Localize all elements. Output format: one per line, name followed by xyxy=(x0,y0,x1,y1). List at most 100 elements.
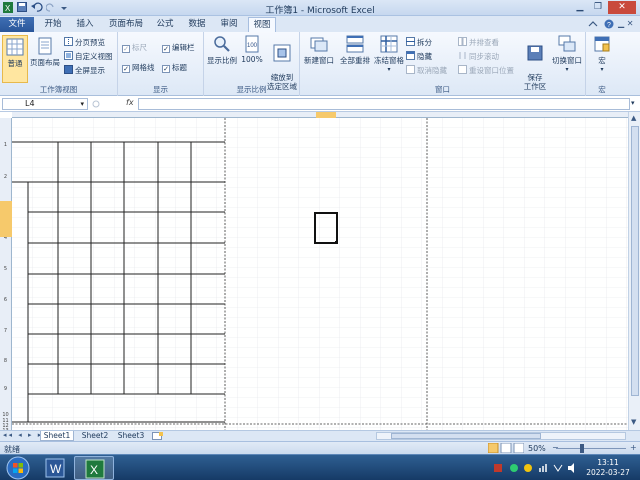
normal-view-icon xyxy=(6,38,24,56)
row-header[interactable]: 6 xyxy=(0,297,11,303)
ruler-check-icon: ✓ xyxy=(122,45,130,53)
new-window-button[interactable]: 新建窗口 xyxy=(302,35,336,66)
sheet-tab-sheet3[interactable]: Sheet3 xyxy=(114,431,148,441)
minimize-button[interactable]: ▁ xyxy=(572,1,588,14)
new-window-icon xyxy=(310,35,328,53)
ruler-checkbox[interactable]: ✓ 标尺 xyxy=(122,42,147,53)
zoom-100-icon: 100 xyxy=(243,35,261,53)
cell-grid[interactable] xyxy=(12,118,628,430)
name-box[interactable]: L4 ▾ xyxy=(2,98,88,110)
headings-checkbox[interactable]: ✓ 标题 xyxy=(162,62,187,73)
status-bar: 就绪 50% − + xyxy=(0,441,640,454)
tab-page-layout[interactable]: 页面布局 xyxy=(106,17,146,32)
view-shortcuts[interactable] xyxy=(487,442,525,454)
normal-view-button[interactable]: 普通 xyxy=(2,35,28,83)
zoom-in-icon[interactable]: + xyxy=(630,443,637,452)
system-tray-icons[interactable] xyxy=(494,462,576,474)
ribbon-collapse-icon[interactable] xyxy=(588,19,598,29)
hide-button[interactable]: 隐藏 xyxy=(406,51,432,62)
tab-review[interactable]: 审阅 xyxy=(216,17,242,32)
sheet-tab-sheet1[interactable]: Sheet1 xyxy=(40,431,74,441)
switch-windows-button[interactable]: 切换窗口 ▾ xyxy=(550,35,584,73)
row-headers[interactable]: 1 2 3 4 5 6 7 8 9 10 11 12 13 xyxy=(0,118,12,434)
row-header[interactable]: 1 xyxy=(0,142,11,148)
full-screen-button[interactable]: 全屏显示 xyxy=(64,65,105,76)
zoom-100-button[interactable]: 100 100% xyxy=(240,35,264,64)
group-label-workbook-views: 工作簿视图 xyxy=(39,85,78,94)
unhide-icon xyxy=(406,65,415,74)
expand-formula-bar-icon[interactable]: ▾ xyxy=(631,99,635,107)
tab-formulas[interactable]: 公式 xyxy=(152,17,178,32)
sheet-tab-sheet2[interactable]: Sheet2 xyxy=(78,431,112,441)
group-window: 新建窗口 全部重排 冻结窗格 ▾ 拆分 隐藏 取消隐藏 并排查看 同步滚动 重设… xyxy=(300,32,586,96)
unhide-button[interactable]: 取消隐藏 xyxy=(406,65,447,76)
worksheet-area[interactable]: 1 2 3 4 5 6 7 8 9 10 11 12 13 xyxy=(0,112,628,434)
row-header[interactable]: 2 xyxy=(0,174,11,180)
row-header[interactable]: 7 xyxy=(0,328,11,334)
reset-window-position-button[interactable]: 重设窗口位置 xyxy=(458,65,514,76)
zoom-to-selection-button[interactable]: 缩放到 选定区域 xyxy=(266,35,298,91)
insert-sheet-icon[interactable] xyxy=(152,432,164,440)
arrange-all-icon xyxy=(346,35,364,53)
workbook-window-controls[interactable]: ▁ ✕ xyxy=(618,19,633,28)
row-header[interactable]: 9 xyxy=(0,386,11,392)
zoom-slider[interactable] xyxy=(556,444,626,453)
name-box-dropdown-icon[interactable]: ▾ xyxy=(80,99,84,109)
page-layout-view-button[interactable]: 页面布局 xyxy=(30,35,60,68)
full-screen-icon xyxy=(64,65,73,74)
view-side-by-side-button[interactable]: 并排查看 xyxy=(458,37,499,48)
sync-scroll-button[interactable]: 同步滚动 xyxy=(458,51,499,62)
scroll-up-icon[interactable]: ▲ xyxy=(631,114,636,122)
tab-insert[interactable]: 插入 xyxy=(72,17,98,32)
vertical-scroll-thumb[interactable] xyxy=(631,126,639,396)
group-label-window: 窗口 xyxy=(435,85,450,94)
macros-button[interactable]: 宏 ▾ xyxy=(590,35,614,73)
tab-file[interactable]: 文件 xyxy=(0,17,34,32)
taskbar-excel-icon[interactable]: X xyxy=(74,456,114,480)
scroll-down-icon[interactable]: ▼ xyxy=(631,418,636,426)
freeze-dropdown-icon: ▾ xyxy=(387,66,391,73)
gridlines-checkbox[interactable]: ✓ 网格线 xyxy=(122,62,155,73)
arrange-all-button[interactable]: 全部重排 xyxy=(338,35,372,66)
formula-input[interactable] xyxy=(138,98,630,110)
zoom-level[interactable]: 50% xyxy=(528,444,546,453)
group-workbook-views: 普通 页面布局 分页预览 自定义视图 全屏显示 工作簿视图 xyxy=(0,32,118,96)
macros-icon xyxy=(593,35,611,53)
group-zoom: 显示比例 100 100% 缩放到 选定区域 显示比例 xyxy=(204,32,300,96)
group-label-macros: 宏 xyxy=(598,85,606,94)
formula-bar-checkbox[interactable]: ✓ 编辑栏 xyxy=(162,42,195,53)
tab-view[interactable]: 视图 xyxy=(248,17,276,32)
ribbon-tab-row: 文件 开始 插入 页面布局 公式 数据 审阅 视图 ? ▁ ✕ xyxy=(0,16,640,32)
vertical-scrollbar[interactable]: ▲ ▼ xyxy=(628,112,640,430)
group-label-show: 显示 xyxy=(153,85,168,94)
switch-dropdown-icon: ▾ xyxy=(565,66,569,73)
horizontal-scrollbar[interactable] xyxy=(376,432,626,440)
start-button[interactable] xyxy=(6,456,30,480)
tab-data[interactable]: 数据 xyxy=(184,17,210,32)
row-header[interactable]: 5 xyxy=(0,266,11,272)
tab-home[interactable]: 开始 xyxy=(40,17,66,32)
zoom-slider-thumb[interactable] xyxy=(580,444,584,453)
formula-bar: L4 ▾ fx ▾ xyxy=(0,97,640,112)
insert-function-button[interactable]: fx xyxy=(126,98,134,107)
row-header[interactable]: 8 xyxy=(0,358,11,364)
horizontal-scroll-thumb[interactable] xyxy=(391,433,541,439)
clock-date: 2022-03-27 xyxy=(586,468,630,477)
zoom-button[interactable]: 显示比例 xyxy=(206,35,238,66)
custom-views-button[interactable]: 自定义视图 xyxy=(64,51,113,62)
svg-text:100: 100 xyxy=(247,43,258,49)
window-title: 工作簿1 - Microsoft Excel xyxy=(265,6,375,16)
freeze-panes-button[interactable]: 冻结窗格 ▾ xyxy=(374,35,404,73)
taskbar-word-icon[interactable]: W xyxy=(40,457,70,479)
clock-time: 13:11 xyxy=(597,458,619,467)
maximize-button[interactable]: ❐ xyxy=(590,1,606,14)
group-label-zoom: 显示比例 xyxy=(236,85,267,94)
taskbar-clock[interactable]: 13:11 2022-03-27 xyxy=(580,458,636,478)
close-button[interactable]: ✕ xyxy=(608,1,636,14)
sheet-tabs-bar: ◂◂ ◂ ▸ ▸▸ Sheet1 Sheet2 Sheet3 xyxy=(0,430,640,441)
help-icon[interactable]: ? xyxy=(604,19,614,29)
save-workspace-button[interactable]: 保存 工作区 xyxy=(520,35,550,91)
magnifier-icon xyxy=(213,35,231,53)
page-break-preview-button[interactable]: 分页预览 xyxy=(64,37,105,48)
split-button[interactable]: 拆分 xyxy=(406,37,432,48)
